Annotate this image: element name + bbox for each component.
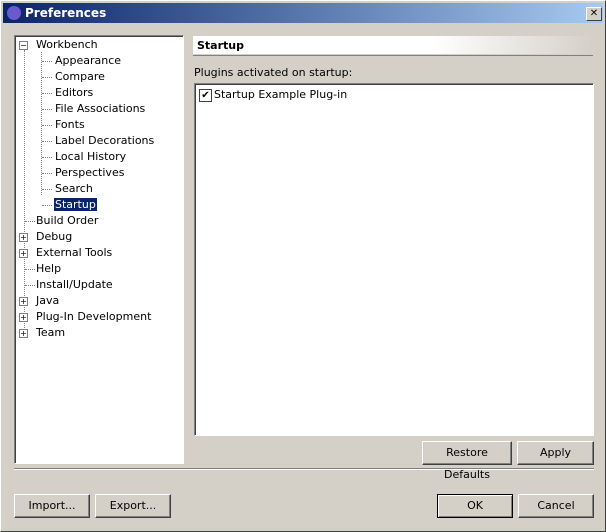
expand-icon[interactable]: + bbox=[19, 329, 28, 338]
tree-item-label: Team bbox=[36, 326, 66, 339]
ok-button[interactable]: OK bbox=[437, 494, 513, 518]
page-title: Startup bbox=[197, 39, 244, 52]
tree-connector bbox=[42, 93, 52, 94]
tree-item-perspectives[interactable]: Perspectives bbox=[55, 165, 124, 181]
header-divider bbox=[193, 55, 593, 56]
tree-item-label: Plug-In Development bbox=[36, 310, 152, 323]
footer-divider bbox=[14, 468, 594, 470]
plugin-label: Startup Example Plug-in bbox=[214, 88, 348, 101]
tree-item-label-decorations[interactable]: Label Decorations bbox=[55, 133, 154, 149]
tree-item-label: Startup bbox=[53, 197, 98, 212]
tree-item-label: External Tools bbox=[36, 246, 113, 259]
import-button[interactable]: Import... bbox=[14, 494, 90, 518]
tree-connector bbox=[42, 109, 52, 110]
restore-defaults-button[interactable]: Restore Defaults bbox=[422, 441, 512, 481]
eclipse-icon bbox=[7, 6, 21, 20]
title-bar[interactable]: Preferences ✕ bbox=[3, 3, 603, 23]
tree-item-install-update[interactable]: Install/Update bbox=[36, 277, 113, 293]
tree-item-help[interactable]: Help bbox=[36, 261, 61, 277]
tree-connector bbox=[42, 157, 52, 158]
tree-connector bbox=[25, 269, 35, 270]
tree-item-fonts[interactable]: Fonts bbox=[55, 117, 85, 133]
preferences-window: Preferences ✕ − Workbench Appearance Com… bbox=[0, 0, 606, 532]
collapse-icon[interactable]: − bbox=[19, 41, 28, 50]
tree-connector bbox=[25, 221, 35, 222]
expand-icon[interactable]: + bbox=[19, 297, 28, 306]
cancel-button[interactable]: Cancel bbox=[518, 494, 594, 518]
tree-item-startup[interactable]: Startup bbox=[53, 197, 98, 213]
tree-connector bbox=[42, 125, 52, 126]
panel-header: Startup bbox=[193, 36, 593, 54]
tree-item-editors[interactable]: Editors bbox=[55, 85, 93, 101]
tree-item-compare[interactable]: Compare bbox=[55, 69, 105, 85]
tree-connector bbox=[42, 189, 52, 190]
close-button[interactable]: ✕ bbox=[586, 7, 602, 21]
tree-item-label: Workbench bbox=[36, 38, 98, 51]
expand-icon[interactable]: + bbox=[19, 249, 28, 258]
tree-item-appearance[interactable]: Appearance bbox=[55, 53, 121, 69]
tree-item-label: Java bbox=[36, 294, 60, 307]
tree-root-line bbox=[24, 50, 25, 334]
tree-connector bbox=[42, 141, 52, 142]
tree-item-build-order[interactable]: Build Order bbox=[36, 213, 98, 229]
plugin-checkbox[interactable]: ✔ bbox=[199, 89, 212, 102]
tree-connector bbox=[25, 285, 35, 286]
tree-item-file-associations[interactable]: File Associations bbox=[55, 101, 145, 117]
preferences-tree[interactable]: − Workbench Appearance Compare Editors F… bbox=[14, 35, 184, 464]
expand-icon[interactable]: + bbox=[19, 313, 28, 322]
tree-connector bbox=[42, 205, 52, 206]
plugins-list[interactable]: ✔ Startup Example Plug-in bbox=[194, 83, 594, 436]
tree-connector bbox=[42, 173, 52, 174]
tree-connector bbox=[42, 61, 52, 62]
apply-button[interactable]: Apply bbox=[517, 441, 594, 465]
expand-icon[interactable]: + bbox=[19, 233, 28, 242]
tree-item-local-history[interactable]: Local History bbox=[55, 149, 126, 165]
tree-connector bbox=[42, 77, 52, 78]
window-title: Preferences bbox=[25, 6, 107, 20]
tree-item-search[interactable]: Search bbox=[55, 181, 93, 197]
plugins-label: Plugins activated on startup: bbox=[194, 66, 353, 79]
export-button[interactable]: Export... bbox=[95, 494, 171, 518]
tree-item-label: Debug bbox=[36, 230, 73, 243]
